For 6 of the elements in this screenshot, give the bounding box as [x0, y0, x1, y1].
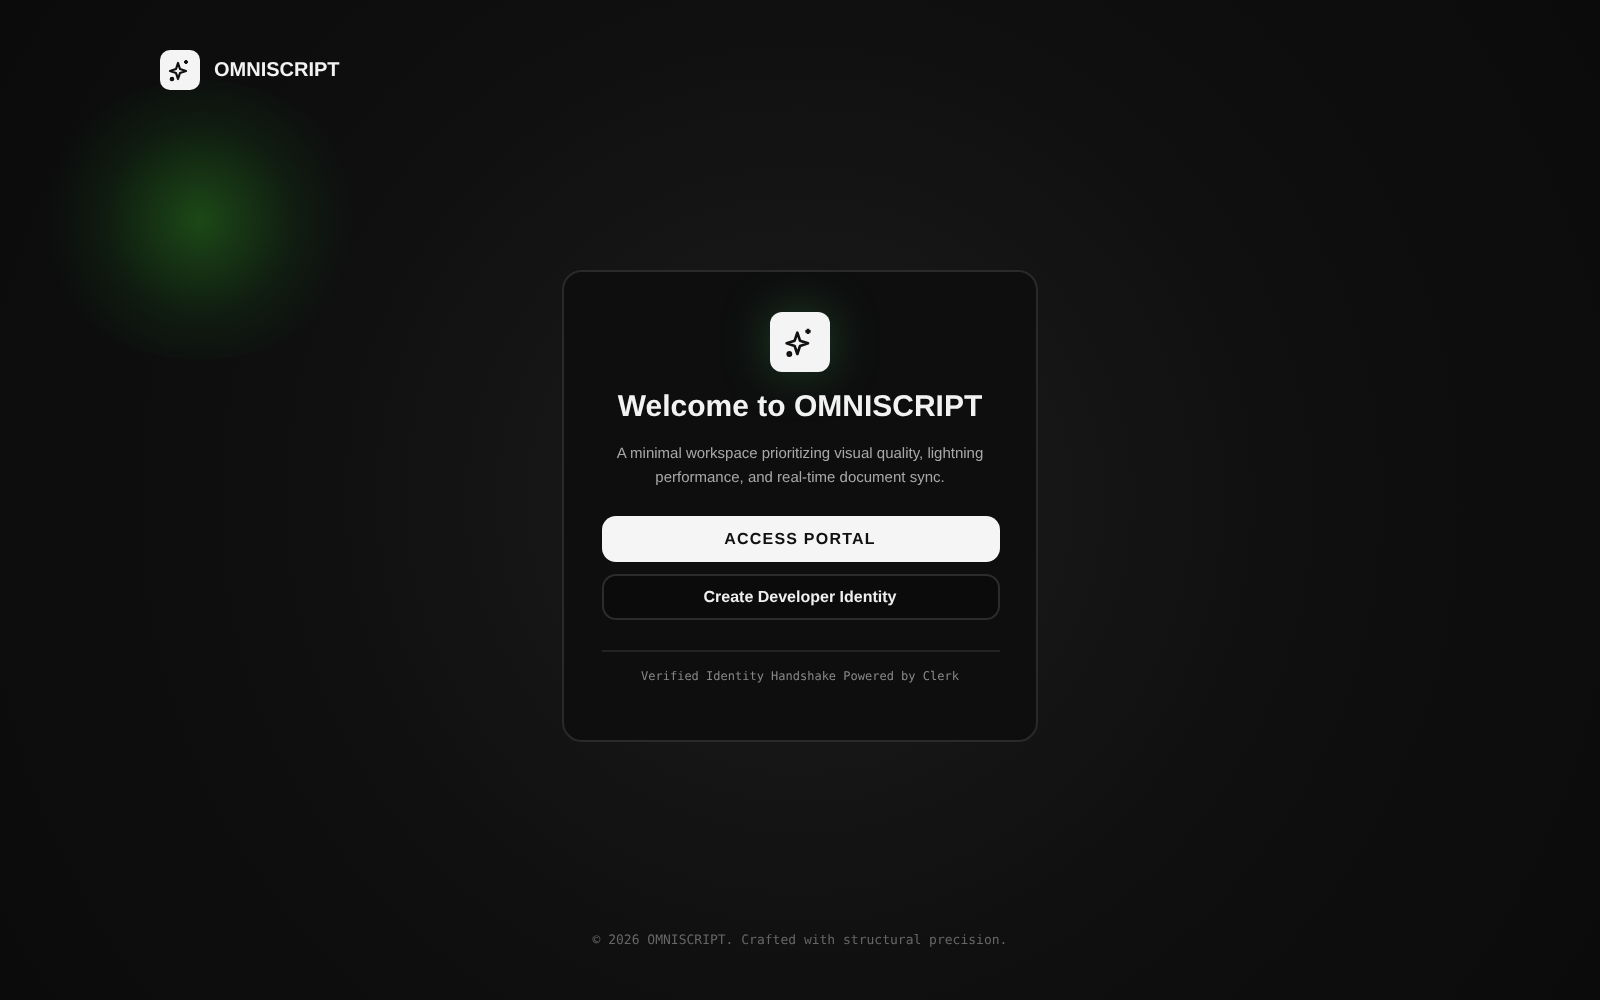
sparkle-icon [770, 312, 830, 372]
welcome-title: Welcome to OMNISCRIPT [617, 390, 983, 424]
create-identity-button[interactable]: Create Developer Identity [601, 574, 999, 620]
brand-name: OMNISCRIPT [214, 59, 340, 81]
logo-icon [160, 50, 200, 90]
access-portal-button[interactable]: ACCESS PORTAL [601, 516, 999, 562]
